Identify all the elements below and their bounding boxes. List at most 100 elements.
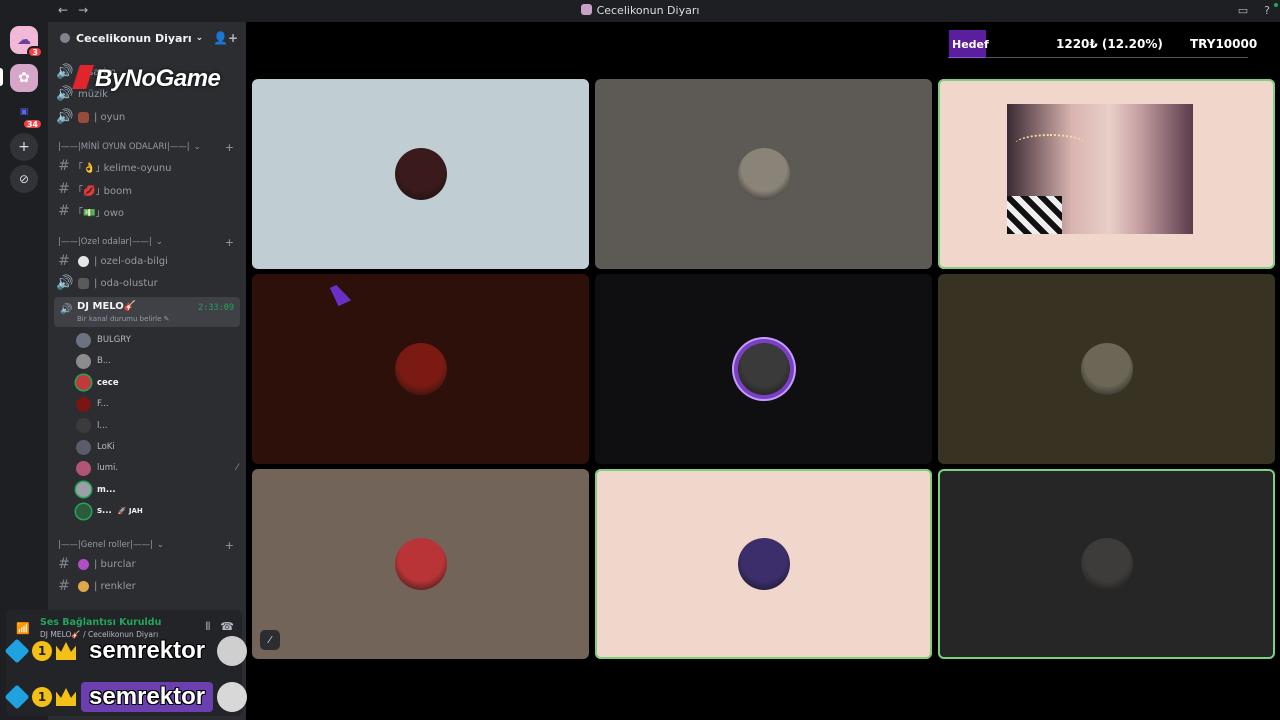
text-channel-icon: # bbox=[58, 203, 70, 219]
category-ozel-odalar[interactable]: |——|Ozel odalar|——| ⌄ + bbox=[58, 234, 238, 250]
voice-channel-dj-melo[interactable]: 🔊 DJ MELO🎸 Bir kanal durumu belirle ✎ 2:… bbox=[54, 297, 240, 327]
category-mini-oyun[interactable]: |——|MİNİ OYUN ODALARI|——| ⌄ + bbox=[58, 139, 238, 155]
video-tile[interactable] bbox=[938, 79, 1275, 269]
logo-mark bbox=[72, 65, 94, 89]
avatar bbox=[76, 332, 91, 348]
connection-title[interactable]: Ses Bağlantısı Kuruldu bbox=[40, 617, 161, 628]
camera-feed bbox=[1007, 104, 1193, 234]
crown-icon bbox=[56, 642, 76, 660]
avatar bbox=[737, 148, 790, 200]
voice-user[interactable]: B... bbox=[76, 351, 244, 371]
channel-ozel-oda-bilgi[interactable]: # | ozel-oda-bilgi bbox=[56, 251, 240, 271]
channel-label: | oyun bbox=[94, 111, 126, 123]
avatar bbox=[76, 439, 91, 455]
rank-badge-icon: 1 bbox=[32, 641, 52, 661]
voice-user[interactable]: LoKi bbox=[76, 437, 244, 457]
video-tile[interactable] bbox=[252, 469, 589, 659]
server-cecelikonun[interactable]: ✿ bbox=[10, 64, 38, 92]
channel-label: ｢💋｣ boom bbox=[78, 185, 132, 197]
category-label: |——|MİNİ OYUN ODALARI|——| bbox=[58, 142, 190, 152]
channel-boom[interactable]: # ｢💋｣ boom bbox=[56, 179, 240, 199]
server-header[interactable]: Cecelikonun Diyarı ⌄ 👤+ bbox=[48, 22, 246, 54]
goal-progress: 1220₺ (12.20%) bbox=[1056, 37, 1163, 51]
channel-owo[interactable]: # ｢💵｣ owo bbox=[56, 201, 240, 221]
voice-user[interactable]: cece bbox=[76, 373, 244, 393]
category-label: |——|Ozel odalar|——| bbox=[58, 237, 152, 247]
chevron-down-icon: ⌄ bbox=[193, 142, 201, 152]
folder-icon: ▣ bbox=[19, 107, 29, 117]
avatar bbox=[737, 538, 790, 590]
voice-user-name: lumi. bbox=[97, 463, 119, 474]
clock-icon bbox=[78, 255, 89, 267]
joystick-icon bbox=[78, 111, 89, 123]
crown-icon bbox=[56, 688, 76, 706]
explore-button[interactable]: ⊘ bbox=[10, 165, 38, 193]
discord-window: ← → Cecelikonun Diyarı ▭ ? ☁ 3 ✿ ▣ 34 + ⊘ bbox=[0, 0, 1280, 720]
avatar bbox=[76, 503, 91, 519]
avatar bbox=[394, 148, 447, 200]
viewer-name-overlay: 1 semrektor bbox=[4, 634, 248, 668]
category-genel-roller[interactable]: |——|Genel roller|——| ⌄ + bbox=[58, 537, 238, 553]
text-channel-icon: # bbox=[58, 181, 70, 197]
bynogame-logo: ByNoGame bbox=[72, 65, 221, 93]
text-channel-icon: # bbox=[58, 253, 70, 269]
goal-target: TRY10000 bbox=[1190, 37, 1258, 51]
avatar bbox=[394, 343, 447, 395]
avatar bbox=[76, 460, 91, 476]
mute-indicator-icon: ⁄ bbox=[260, 630, 280, 650]
voice-user-name: B... bbox=[97, 356, 111, 367]
channel-oyun[interactable]: 🔊 | oyun bbox=[56, 107, 240, 127]
channel-burclar[interactable]: # | burclar bbox=[56, 554, 240, 574]
avatar bbox=[76, 396, 91, 412]
plus-emoji-icon bbox=[78, 277, 89, 289]
video-tile[interactable] bbox=[252, 79, 589, 269]
video-tile[interactable] bbox=[595, 469, 932, 659]
channel-label: | renkler bbox=[94, 580, 136, 592]
help-icon[interactable]: ? bbox=[1264, 4, 1270, 17]
video-tile[interactable] bbox=[938, 469, 1275, 659]
voice-user[interactable]: m... bbox=[76, 480, 244, 500]
video-tile[interactable] bbox=[252, 274, 589, 464]
palette-icon bbox=[78, 580, 89, 592]
overlay-username: semrektor bbox=[89, 637, 206, 664]
chevron-down-icon: ⌄ bbox=[195, 33, 204, 43]
disconnect-icon[interactable]: ☎ bbox=[220, 620, 234, 634]
direct-messages-button[interactable]: ☁ 3 bbox=[10, 26, 43, 58]
voice-channel-status[interactable]: Bir kanal durumu belirle ✎ bbox=[77, 315, 170, 323]
deafened-icon: ⁄ bbox=[236, 463, 238, 474]
voice-user[interactable]: lumi. ⁄ bbox=[76, 458, 244, 478]
voice-timer: 2:33:09 bbox=[198, 303, 234, 313]
add-channel-icon[interactable]: + bbox=[225, 141, 234, 154]
voice-user-name: s... bbox=[97, 506, 112, 517]
folder-badge: 34 bbox=[21, 118, 43, 130]
channel-renkler[interactable]: # | renkler bbox=[56, 576, 240, 596]
noise-suppression-icon[interactable]: ⦀ bbox=[205, 620, 210, 634]
window-title-text: Cecelikonun Diyarı bbox=[596, 4, 700, 17]
title-bar-actions: ▭ ? bbox=[1238, 4, 1270, 17]
add-channel-icon[interactable]: + bbox=[225, 539, 234, 552]
add-channel-icon[interactable]: + bbox=[225, 236, 234, 249]
video-tile[interactable] bbox=[595, 79, 932, 269]
add-member-icon[interactable]: 👤+ bbox=[213, 31, 238, 45]
voice-user[interactable]: l... bbox=[76, 416, 244, 436]
voice-user[interactable]: s... 🚀 JAH bbox=[76, 501, 244, 521]
voice-channel-icon: 🔊 bbox=[56, 64, 74, 80]
voice-user[interactable]: F... bbox=[76, 394, 244, 414]
channel-oda-olustur[interactable]: 🔊 | oda-olustur bbox=[56, 273, 240, 293]
voice-user-name: cece bbox=[97, 377, 119, 388]
server-folder[interactable]: ▣ 34 bbox=[10, 98, 43, 130]
voice-user[interactable]: BULGRY bbox=[76, 330, 244, 350]
goal-fill bbox=[948, 57, 985, 58]
add-server-button[interactable]: + bbox=[10, 133, 38, 161]
avatar bbox=[737, 343, 790, 395]
cube-badge-icon bbox=[4, 684, 30, 710]
connection-buttons: ⦀ ☎ bbox=[205, 620, 234, 634]
inbox-icon[interactable]: ▭ bbox=[1238, 4, 1248, 17]
channel-kelime-oyunu[interactable]: # ｢👌｣ kelime-oyunu bbox=[56, 156, 240, 176]
logo-text: ByNoGame bbox=[95, 65, 221, 92]
video-tile[interactable] bbox=[595, 274, 932, 464]
avatar bbox=[1080, 343, 1133, 395]
title-bar: ← → Cecelikonun Diyarı ▭ ? bbox=[0, 0, 1280, 22]
video-tile[interactable] bbox=[938, 274, 1275, 464]
voice-user-name: F... bbox=[97, 399, 109, 410]
